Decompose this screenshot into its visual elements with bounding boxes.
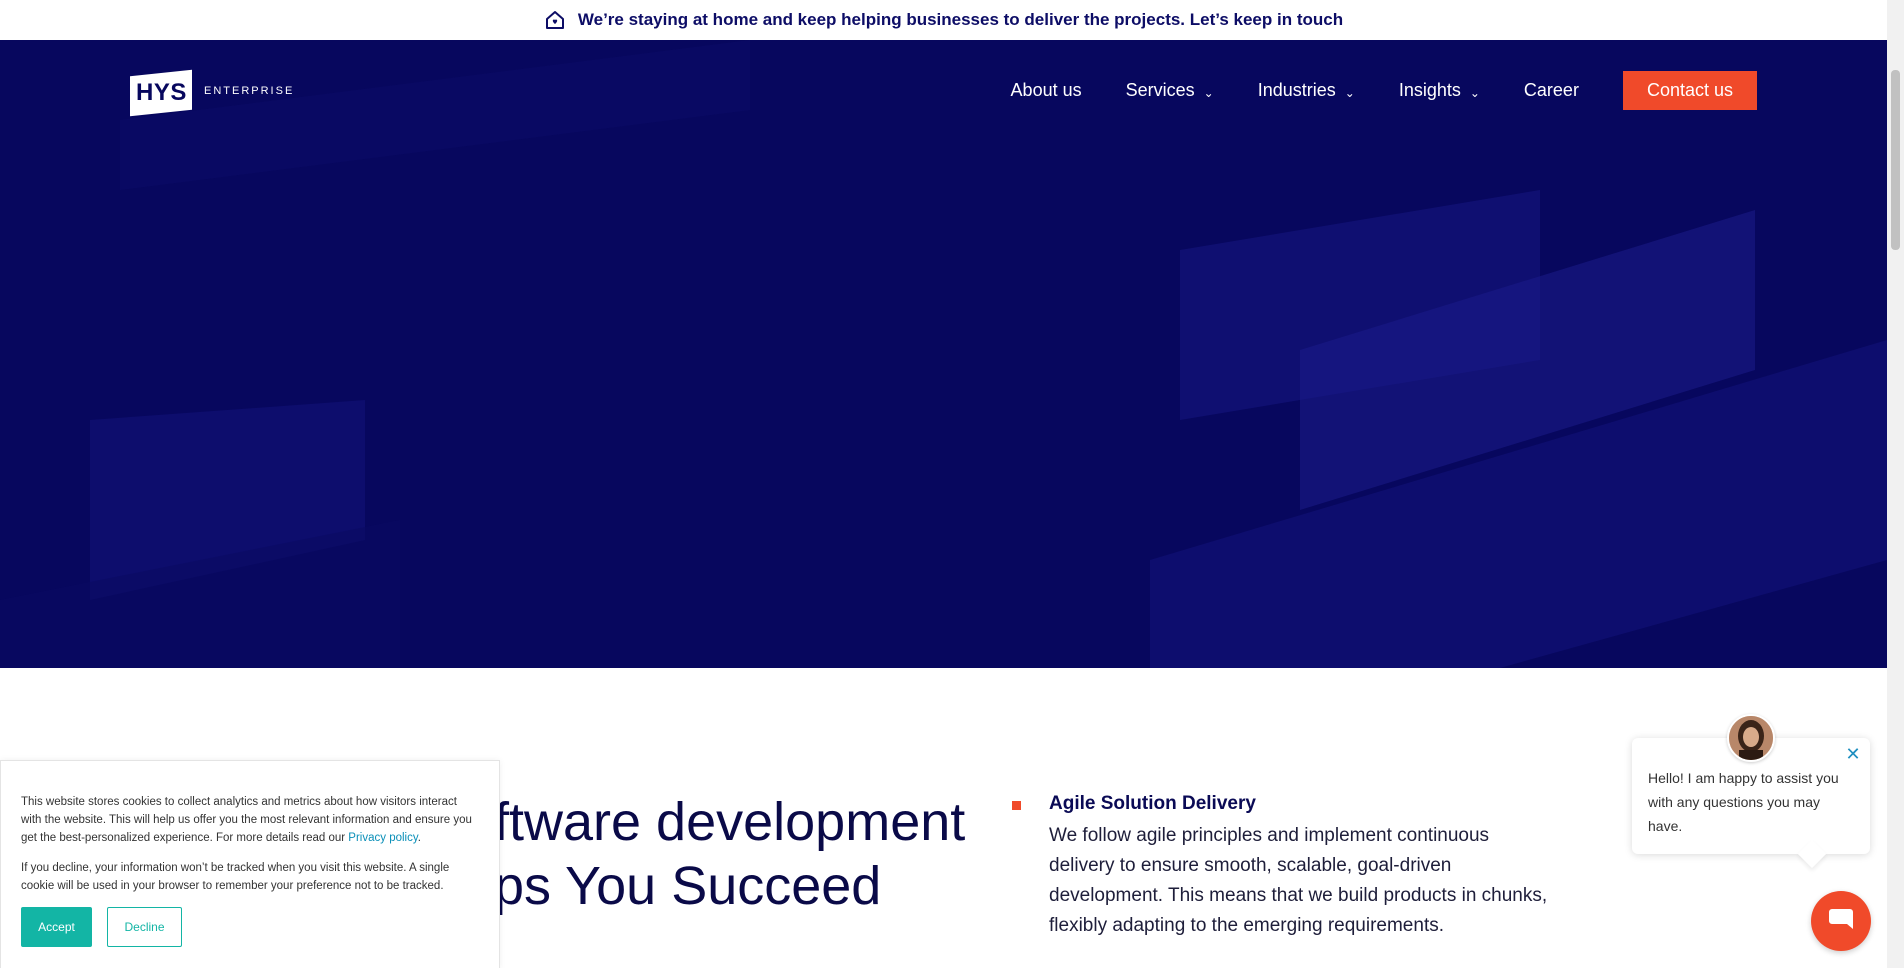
nav-industries[interactable]: Industries ⌄ [1258,80,1355,101]
nav-insights-label: Insights [1398,80,1461,100]
headline-line-2: ps You Succeed [494,856,882,916]
announcement-bar[interactable]: We’re staying at home and keep helping b… [0,0,1887,40]
chat-agent-avatar [1727,714,1775,762]
nav-about-us-label: About us [1010,80,1082,100]
feature-body: We follow agile principles and implement… [1049,825,1548,936]
decline-button[interactable]: Decline [107,907,182,947]
hero-section: HYS ENTERPRISE About us Services ⌄ Indus… [0,40,1887,668]
nav-services-label: Services [1125,80,1195,100]
section-headline: ftware development ps You Succeed [494,790,1004,918]
cookie-banner: This website stores cookies to collect a… [0,760,500,968]
page-scrollbar[interactable] [1887,0,1904,968]
home-icon [544,9,566,31]
scrollbar-thumb[interactable] [1891,70,1900,250]
feature-title: Agile Solution Delivery [1049,793,1256,814]
nav-insights[interactable]: Insights ⌄ [1399,80,1480,101]
chat-message: Hello! I am happy to assist you with any… [1648,770,1839,834]
logo[interactable]: HYS ENTERPRISE [130,67,295,117]
feature-bullet [1012,801,1021,810]
cookie-text-2: If you decline, your information won’t b… [21,862,450,892]
hero-decoration [0,40,1887,668]
chevron-down-icon: ⌄ [1344,85,1355,100]
nav-career[interactable]: Career [1524,80,1579,101]
nav-about-us[interactable]: About us [1011,80,1082,101]
main-nav: About us Services ⌄ Industries ⌄ Insight… [1011,71,1757,110]
close-icon[interactable]: ✕ [1844,746,1862,764]
accept-button[interactable]: Accept [21,907,92,947]
chevron-down-icon: ⌄ [1469,85,1480,100]
nav-career-label: Career [1523,80,1579,100]
nav-industries-label: Industries [1257,80,1336,100]
headline-line-1: ftware development [494,792,966,852]
cookie-buttons: Accept Decline [21,907,479,947]
cookie-text-1: This website stores cookies to collect a… [21,793,479,847]
nav-services[interactable]: Services ⌄ [1126,80,1214,101]
logo-wordmark: ENTERPRISE [204,85,295,97]
logo-mark: HYS [130,67,194,117]
contact-us-button[interactable]: Contact us [1622,71,1757,110]
cookie-text-1-end: . [417,832,421,844]
privacy-policy-link[interactable]: Privacy policy [348,832,417,844]
chat-icon [1826,904,1856,938]
chat-launcher-button[interactable] [1811,891,1871,951]
announcement-text[interactable]: We’re staying at home and keep helping b… [578,10,1343,30]
chevron-down-icon: ⌄ [1203,85,1214,100]
feature-item: Agile Solution Delivery We follow agile … [1012,793,1552,941]
